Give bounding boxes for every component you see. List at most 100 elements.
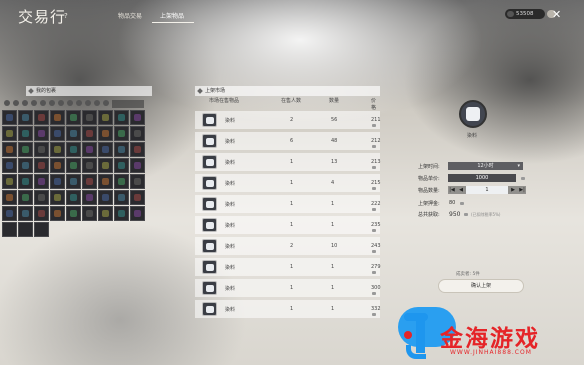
bag-slot[interactable]	[66, 206, 81, 221]
bag-slot[interactable]	[130, 110, 145, 125]
bag-slot[interactable]	[18, 126, 33, 141]
market-row[interactable]: 染料 1 1 235	[195, 216, 381, 234]
bag-slot[interactable]	[114, 174, 129, 189]
bag-slot[interactable]	[114, 158, 129, 173]
bag-slot[interactable]	[98, 142, 113, 157]
bag-filter-icon[interactable]	[76, 100, 82, 106]
bag-slot[interactable]	[2, 174, 17, 189]
bag-slot[interactable]	[34, 110, 49, 125]
bag-slot[interactable]	[2, 126, 17, 141]
bag-slot[interactable]	[34, 174, 49, 189]
bag-filter-icon[interactable]	[4, 100, 10, 106]
market-row[interactable]: 染料 2 10 243	[195, 237, 381, 255]
bag-slot[interactable]	[130, 206, 145, 221]
market-row[interactable]: 染料 6 48 212	[195, 132, 381, 150]
bag-slot[interactable]	[18, 110, 33, 125]
bag-slot[interactable]	[82, 190, 97, 205]
confirm-listing-button[interactable]: 确认上架	[438, 279, 524, 293]
bag-slot[interactable]	[98, 206, 113, 221]
bag-filter-icon[interactable]	[13, 100, 19, 106]
bag-slot[interactable]	[18, 142, 33, 157]
bag-slot[interactable]	[18, 158, 33, 173]
bag-slot[interactable]	[66, 174, 81, 189]
bag-slot[interactable]	[114, 206, 129, 221]
bag-slot[interactable]	[66, 158, 81, 173]
bag-slot[interactable]	[18, 174, 33, 189]
bag-slot[interactable]	[50, 174, 65, 189]
bag-slot[interactable]	[34, 206, 49, 221]
market-row[interactable]: 染料 1 1 279	[195, 258, 381, 276]
bag-slot[interactable]	[34, 222, 49, 237]
bag-slot[interactable]	[114, 126, 129, 141]
bag-slot[interactable]	[2, 158, 17, 173]
bag-filter-icon[interactable]	[49, 100, 55, 106]
bag-slot[interactable]	[130, 142, 145, 157]
market-row[interactable]: 染料 1 1 332	[195, 300, 381, 318]
bag-slot[interactable]	[98, 190, 113, 205]
bag-slot[interactable]	[130, 126, 145, 141]
bag-slot[interactable]	[2, 190, 17, 205]
bag-filter-icon[interactable]	[22, 100, 28, 106]
bag-filter-icon[interactable]	[94, 100, 100, 106]
bag-slot[interactable]	[50, 206, 65, 221]
bag-slot[interactable]	[130, 190, 145, 205]
quantity-decrease-button[interactable]: ◀	[457, 186, 465, 194]
market-row[interactable]: 染料 1 4 215	[195, 174, 381, 192]
market-row[interactable]: 染料 1 13 213	[195, 153, 381, 171]
bag-slot[interactable]	[98, 158, 113, 173]
market-row[interactable]: 染料 1 1 222	[195, 195, 381, 213]
bag-slot[interactable]	[34, 126, 49, 141]
duration-select[interactable]: 12小时 ▾	[448, 162, 523, 170]
bag-slot[interactable]	[18, 206, 33, 221]
close-button[interactable]: ✕	[552, 8, 561, 21]
bag-slot[interactable]	[82, 174, 97, 189]
bag-slot[interactable]	[98, 126, 113, 141]
bag-filter-icon[interactable]	[85, 100, 91, 106]
bag-slot[interactable]	[50, 142, 65, 157]
bag-slot[interactable]	[34, 158, 49, 173]
quantity-max-button[interactable]: ▶|	[518, 186, 526, 194]
bag-slot[interactable]	[98, 110, 113, 125]
bag-slot[interactable]	[98, 174, 113, 189]
bag-slot[interactable]	[50, 110, 65, 125]
bag-slot[interactable]	[130, 158, 145, 173]
bag-slot[interactable]	[66, 190, 81, 205]
bag-slot[interactable]	[50, 158, 65, 173]
bag-filter-icon[interactable]	[67, 100, 73, 106]
bag-slot[interactable]	[66, 142, 81, 157]
bag-slot[interactable]	[50, 126, 65, 141]
quantity-increase-button[interactable]: ▶	[509, 186, 517, 194]
bag-filter-icon[interactable]	[58, 100, 64, 106]
bag-filter-icon[interactable]	[103, 100, 109, 106]
bag-filter-icon[interactable]	[31, 100, 37, 106]
bag-slot[interactable]	[114, 110, 129, 125]
bag-slot[interactable]	[114, 190, 129, 205]
bag-search-input[interactable]	[112, 100, 144, 108]
bag-slot[interactable]	[2, 110, 17, 125]
help-icon[interactable]: ?	[64, 12, 68, 20]
bag-slot[interactable]	[34, 190, 49, 205]
bag-slot[interactable]	[18, 190, 33, 205]
bag-slot[interactable]	[2, 206, 17, 221]
bag-slot[interactable]	[130, 174, 145, 189]
bag-slot[interactable]	[114, 142, 129, 157]
bag-slot[interactable]	[2, 222, 17, 237]
bag-slot[interactable]	[82, 158, 97, 173]
tab-list-item[interactable]: 上架物品	[160, 11, 184, 20]
bag-slot[interactable]	[50, 190, 65, 205]
bag-slot[interactable]	[2, 142, 17, 157]
tab-item-trade[interactable]: 物品交易	[118, 11, 142, 20]
unit-price-input[interactable]: 1000	[448, 174, 516, 182]
bag-slot[interactable]	[82, 110, 97, 125]
bag-filter-icon[interactable]	[40, 100, 46, 106]
bag-slot[interactable]	[66, 126, 81, 141]
quantity-input[interactable]: 1	[466, 186, 508, 194]
bag-slot[interactable]	[82, 142, 97, 157]
market-row[interactable]: 染料 1 1 300	[195, 279, 381, 297]
market-row[interactable]: 染料 2 56 211	[195, 111, 381, 129]
bag-slot[interactable]	[18, 222, 33, 237]
bag-slot[interactable]	[34, 142, 49, 157]
bag-slot[interactable]	[66, 110, 81, 125]
bag-slot[interactable]	[82, 206, 97, 221]
bag-slot[interactable]	[82, 126, 97, 141]
